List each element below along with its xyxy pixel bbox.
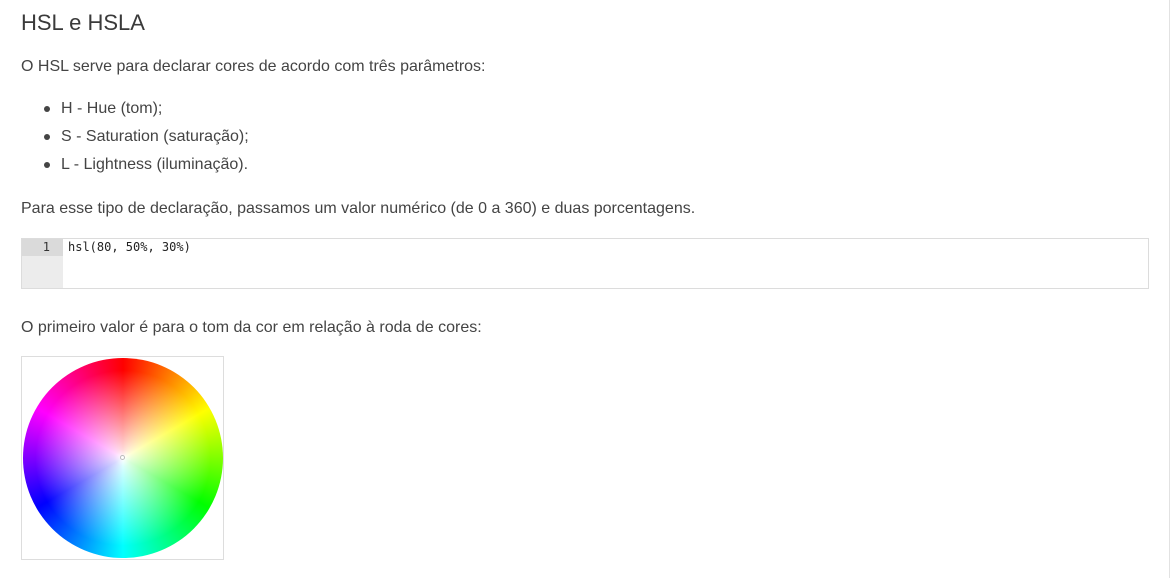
code-line[interactable]: hsl(80, 50%, 30%)	[68, 240, 191, 255]
intro-paragraph: O HSL serve para declarar cores de acord…	[21, 58, 486, 75]
list-item-label: S - Saturation (saturação);	[61, 128, 249, 145]
color-wheel-icon	[23, 358, 223, 558]
bullet-icon	[44, 106, 50, 112]
wheel-paragraph: O primeiro valor é para o tom da cor em …	[21, 319, 482, 336]
list-item: S - Saturation (saturação);	[21, 127, 249, 155]
hsl-params-list: H - Hue (tom); S - Saturation (saturação…	[21, 99, 249, 183]
article-page: HSL e HSLA O HSL serve para declarar cor…	[0, 0, 1170, 578]
page-title: HSL e HSLA	[21, 10, 145, 35]
bullet-icon	[44, 162, 50, 168]
code-gutter: 1	[22, 239, 63, 288]
list-item-label: L - Lightness (iluminação).	[61, 156, 249, 173]
declaration-paragraph: Para esse tipo de declaração, passamos u…	[21, 200, 696, 217]
color-wheel-image	[21, 356, 224, 560]
wheel-center-marker	[120, 455, 125, 460]
list-item: L - Lightness (iluminação).	[21, 155, 249, 183]
list-item-label: H - Hue (tom);	[61, 100, 163, 117]
list-item: H - Hue (tom);	[21, 99, 249, 127]
line-number: 1	[42, 240, 50, 254]
code-editor[interactable]: 1 hsl(80, 50%, 30%)	[21, 238, 1149, 289]
bullet-icon	[44, 134, 50, 140]
